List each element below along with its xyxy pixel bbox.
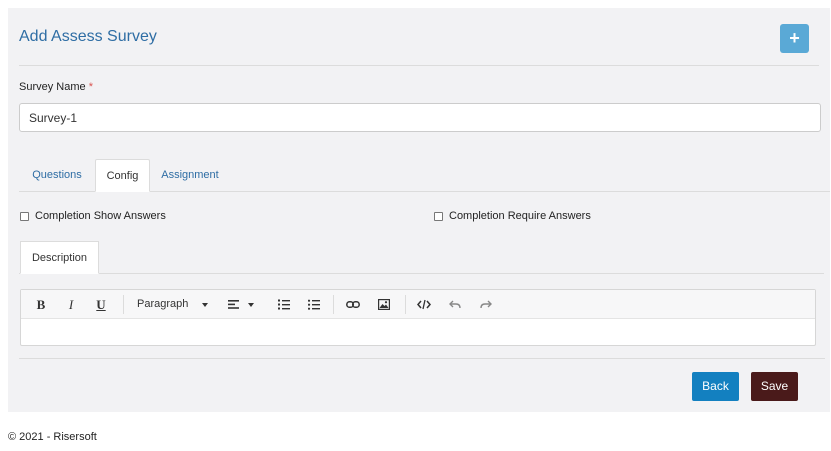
toolbar-separator [405, 295, 406, 314]
align-menu-button[interactable] [226, 290, 256, 319]
copyright-footer: © 2021 - Risersoft [8, 431, 97, 443]
bold-button[interactable]: B [31, 290, 51, 319]
link-icon [346, 301, 360, 309]
completion-show-answers-checkbox[interactable] [20, 211, 29, 221]
image-button[interactable] [374, 290, 394, 319]
save-button[interactable]: Save [751, 372, 798, 401]
description-editor[interactable]: B I U Paragraph [20, 289, 816, 346]
toolbar-separator [333, 295, 334, 314]
completion-require-answers-label: Completion Require Answers [449, 210, 591, 222]
bullet-list-button[interactable] [305, 290, 323, 319]
completion-show-answers-label: Completion Show Answers [35, 210, 166, 222]
tab-bar: Questions Config Assignment [19, 159, 830, 192]
ordered-list-icon [278, 299, 290, 310]
undo-icon [449, 300, 461, 309]
code-icon [417, 299, 431, 310]
tab-description[interactable]: Description [20, 241, 99, 274]
italic-button[interactable]: I [61, 290, 81, 319]
ordered-list-button[interactable] [275, 290, 293, 319]
undo-button[interactable] [445, 290, 465, 319]
redo-icon [480, 300, 492, 309]
survey-name-input[interactable]: Survey-1 [19, 103, 821, 132]
tab-config[interactable]: Config [95, 159, 150, 192]
footer-divider [19, 358, 825, 359]
required-mark: * [88, 81, 93, 93]
paragraph-select[interactable]: Paragraph [133, 290, 211, 319]
header-divider [19, 65, 819, 66]
editor-toolbar: B I U Paragraph [21, 290, 815, 319]
completion-require-answers-checkbox[interactable] [434, 211, 443, 221]
page-title: Add Assess Survey [19, 28, 157, 45]
chevron-down-icon [248, 303, 254, 307]
code-view-button[interactable] [414, 290, 434, 319]
chevron-down-icon [202, 303, 208, 307]
tab-assignment[interactable]: Assignment [150, 159, 230, 192]
survey-name-label-text: Survey Name [19, 81, 86, 93]
description-tab-bar: Description [19, 241, 824, 274]
toolbar-separator [123, 295, 124, 314]
back-button[interactable]: Back [692, 372, 739, 401]
add-button[interactable]: + [780, 24, 809, 53]
redo-button[interactable] [476, 290, 496, 319]
completion-show-answers-option[interactable]: Completion Show Answers [20, 210, 166, 222]
link-button[interactable] [343, 290, 363, 319]
bullet-list-icon [308, 299, 320, 310]
survey-name-label: Survey Name * [19, 81, 93, 93]
underline-button[interactable]: U [91, 290, 111, 319]
align-left-icon [228, 300, 239, 309]
survey-panel: Add Assess Survey + Survey Name * Survey… [8, 8, 830, 412]
tab-questions[interactable]: Questions [19, 159, 95, 192]
image-icon [378, 299, 390, 310]
paragraph-select-label: Paragraph [137, 298, 189, 310]
completion-require-answers-option[interactable]: Completion Require Answers [434, 210, 591, 222]
